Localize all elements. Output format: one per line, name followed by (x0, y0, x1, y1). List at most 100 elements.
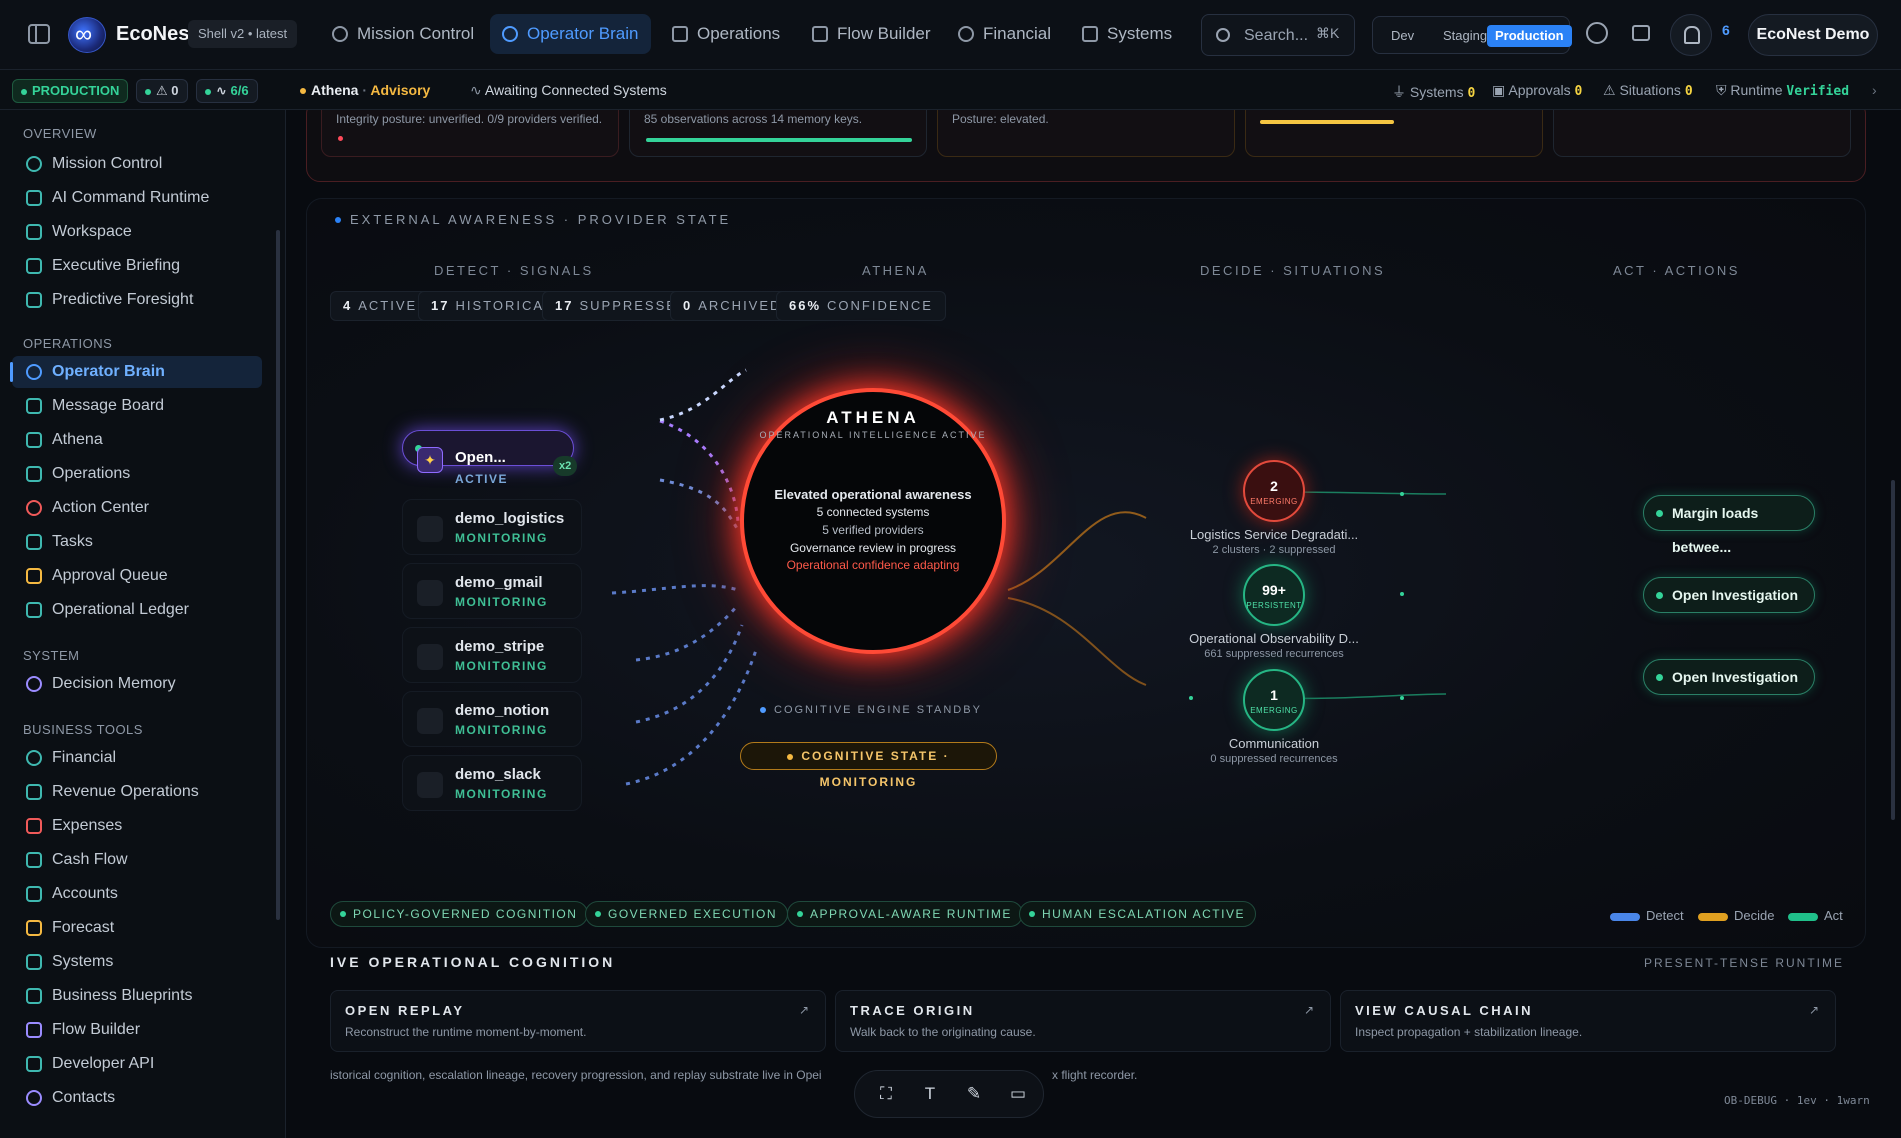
env-label: PRODUCTION (32, 83, 120, 98)
pen-icon[interactable]: ✎ (963, 1083, 985, 1105)
econest-logo[interactable] (68, 17, 106, 53)
sidebar-item-athena[interactable]: Athena (12, 424, 262, 456)
causal-chain-card[interactable]: VIEW CAUSAL CHAIN Inspect propagation + s… (1340, 990, 1836, 1052)
sidebar-item-message-board[interactable]: Message Board (12, 390, 262, 422)
sidebar-item-label: Operator Brain (52, 363, 165, 380)
provider-card-demo-slack[interactable]: demo_slack MONITORING (402, 755, 582, 811)
sidebar-item-operator-brain[interactable]: Operator Brain (10, 356, 262, 388)
sidebar-item-tasks[interactable]: Tasks (12, 526, 262, 558)
sidebar-scrollbar[interactable] (276, 230, 280, 920)
sidebar-item-operational-ledger[interactable]: Operational Ledger (12, 594, 262, 626)
comment-icon[interactable]: ▭ (1007, 1083, 1029, 1105)
nav-financial[interactable]: Financial (946, 14, 1063, 54)
bell-icon[interactable] (1670, 14, 1712, 56)
health-pill[interactable]: ∿ 6/6 (196, 79, 258, 103)
status-dot (145, 88, 151, 95)
sidebar-item-ai-command-runtime[interactable]: AI Command Runtime (12, 182, 262, 214)
provider-card-demo-gmail[interactable]: demo_gmail MONITORING (402, 563, 582, 619)
particle-dot (1400, 592, 1404, 596)
sidebar-item-developer-api[interactable]: Developer API (12, 1048, 262, 1080)
help-icon[interactable] (1586, 22, 1608, 44)
provider-card-demo-stripe[interactable]: demo_stripe MONITORING (402, 627, 582, 683)
athena-core[interactable]: ATHENA OPERATIONAL INTELLIGENCE ACTIVE E… (740, 388, 1006, 654)
main-scrollbar[interactable] (1891, 480, 1895, 820)
sidebar-item-predictive-foresight[interactable]: Predictive Foresight (12, 284, 262, 316)
approvals-status[interactable]: ▣ Approvals 0 (1492, 82, 1582, 99)
brain-icon (502, 26, 518, 42)
sidebar-item-contacts[interactable]: Contacts (12, 1082, 262, 1114)
sidebar-item-revenue-operations[interactable]: Revenue Operations (12, 776, 262, 808)
nav-label: Mission Control (357, 24, 475, 43)
situation-title: Operational Observability D... (1189, 631, 1359, 646)
sidebar-item-forecast[interactable]: Forecast (12, 912, 262, 944)
text-icon[interactable]: T (919, 1083, 941, 1105)
account-button[interactable]: EcoNest Demo (1748, 14, 1878, 56)
situation-state: PERSISTENT (1246, 601, 1302, 610)
situation-subtitle: 661 suppressed recurrences (1204, 648, 1344, 660)
legend-label: Decide (1734, 908, 1775, 923)
provider-card-demo-notion[interactable]: demo_notion MONITORING (402, 691, 582, 747)
sidebar-toggle-icon[interactable] (28, 24, 50, 44)
situation-node-logistics[interactable]: 2 EMERGING (1243, 460, 1305, 522)
sidebar-item-cash-flow[interactable]: Cash Flow (12, 844, 262, 876)
action-open-investigation[interactable]: Open Investigation (1643, 659, 1815, 695)
sidebar-item-mission-control[interactable]: Mission Control (12, 148, 262, 180)
flow-line (659, 478, 740, 531)
provider-card-open[interactable]: ✦ Open... ACTIVE x2 (402, 430, 578, 486)
nav-systems[interactable]: Systems (1070, 14, 1184, 54)
cognitive-state-pill[interactable]: COGNITIVE STATE · MONITORING (740, 742, 997, 789)
sidebar-item-systems[interactable]: Systems (12, 946, 262, 978)
sidebar-item-decision-memory[interactable]: Decision Memory (12, 668, 262, 700)
sidebar-item-accounts[interactable]: Accounts (12, 878, 262, 910)
legend-label: Detect (1646, 908, 1684, 923)
env-dev[interactable]: Dev (1383, 25, 1422, 47)
sidebar-item-financial[interactable]: Financial (12, 742, 262, 774)
sidebar-item-flow-builder[interactable]: Flow Builder (12, 1014, 262, 1046)
flow-line (659, 368, 747, 422)
sidebar-item-operations[interactable]: Operations (12, 458, 262, 490)
standby-text: COGNITIVE ENGINE STANDBY (774, 704, 982, 716)
open-replay-card[interactable]: OPEN REPLAY Reconstruct the runtime momen… (330, 990, 826, 1052)
card-desc: Reconstruct the runtime moment-by-moment… (345, 1025, 587, 1039)
chat-icon[interactable] (1632, 25, 1650, 41)
flow-line (625, 649, 758, 786)
trace-origin-card[interactable]: TRACE ORIGIN Walk back to the originating… (835, 990, 1331, 1052)
env-production[interactable]: Production (1487, 25, 1572, 47)
sidebar-item-workspace[interactable]: Workspace (12, 216, 262, 248)
health-count: 6/6 (230, 83, 249, 98)
card-desc: Inspect propagation + stabilization line… (1355, 1025, 1583, 1039)
select-icon[interactable]: ⛶ (875, 1083, 897, 1105)
sidebar-item-approval-queue[interactable]: Approval Queue (12, 560, 262, 592)
sidebar-item-executive-briefing[interactable]: Executive Briefing (12, 250, 262, 282)
systems-status[interactable]: ⏚ Systems 0 (1392, 82, 1475, 102)
nav-operations[interactable]: Operations (660, 14, 792, 54)
action-margin-loads[interactable]: Margin loads betwee... (1643, 495, 1815, 555)
nav-operator-brain[interactable]: Operator Brain (490, 14, 651, 54)
external-link-icon: ↗ (798, 1003, 809, 1017)
sidebar-item-label: Workspace (52, 223, 132, 240)
sidebar-item-label: AI Command Runtime (52, 189, 210, 206)
runtime-status[interactable]: ⛨ Runtime Verified (1716, 82, 1849, 99)
top-bar: EcoNest Shell v2 • latest Mission Contro… (0, 0, 1901, 70)
card-title: OPEN REPLAY (345, 1003, 465, 1018)
sidebar-item-expenses[interactable]: Expenses (12, 810, 262, 842)
sidebar-item-label: Message Board (52, 397, 165, 414)
situation-node-communication[interactable]: 1 EMERGING (1243, 669, 1305, 731)
provider-card-demo-logistics[interactable]: demo_logistics MONITORING (402, 499, 582, 555)
search-input[interactable]: Search... ⌘K (1201, 14, 1355, 56)
situations-status[interactable]: ⚠ Situations 0 (1603, 82, 1693, 99)
status-dot (205, 88, 211, 95)
chevron-right-icon[interactable]: › (1872, 82, 1877, 98)
particle-dot (1400, 696, 1404, 700)
badge-governed-execution: GOVERNED EXECUTION (585, 901, 789, 927)
nav-mission-control[interactable]: Mission Control (320, 14, 486, 54)
nav-flow-builder[interactable]: Flow Builder (800, 14, 943, 54)
sidebar-item-label: Cash Flow (52, 851, 128, 868)
situation-node-observability[interactable]: 99+ PERSISTENT (1243, 564, 1305, 626)
sidebar-item-business-blueprints[interactable]: Business Blueprints (12, 980, 262, 1012)
action-open-investigation[interactable]: Open Investigation (1643, 577, 1815, 613)
production-pill[interactable]: PRODUCTION (12, 79, 129, 103)
alerts-pill[interactable]: ⚠ 0 (136, 79, 188, 103)
cognition-footnote: istorical cognition, escalation lineage,… (330, 1068, 822, 1082)
sidebar-item-action-center[interactable]: Action Center (12, 492, 262, 524)
